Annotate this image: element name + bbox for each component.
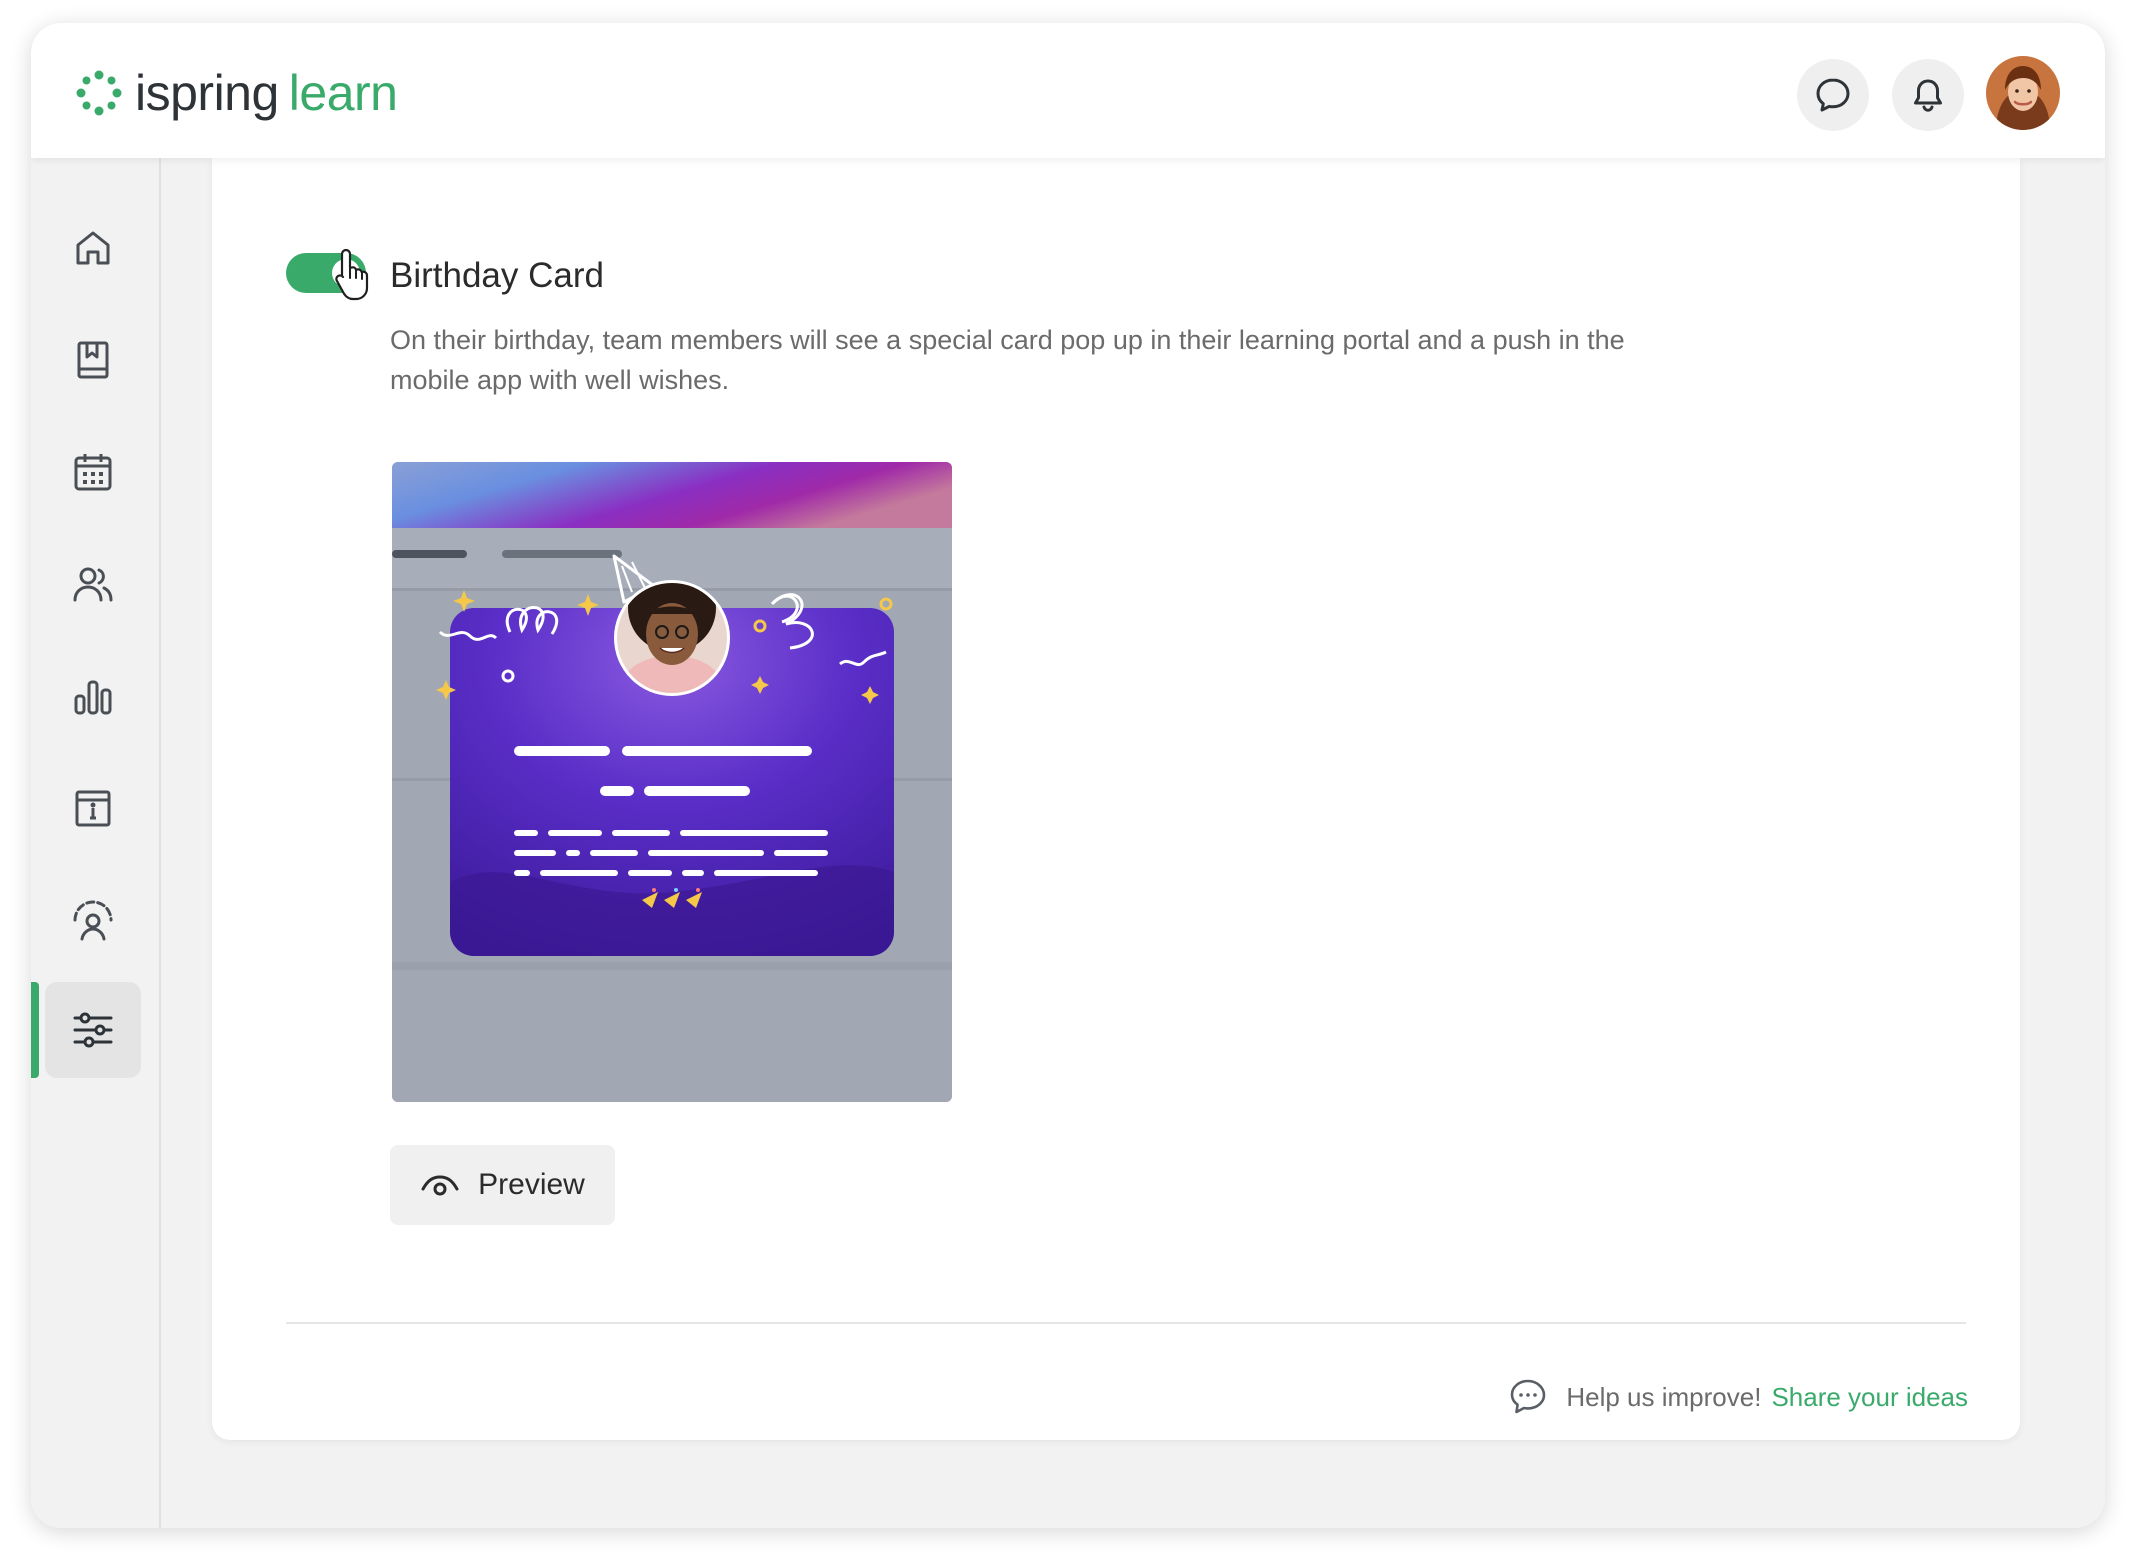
users-icon [73,567,113,602]
eye-icon [421,1175,459,1196]
bell-icon [1914,79,1942,112]
bar-chart-icon [74,680,112,715]
brand-name: ispring [135,65,279,121]
preview-button[interactable]: Preview [390,1145,615,1225]
brand-product: learn [288,65,398,121]
calendar-icon [74,454,112,491]
sidebar-item-info[interactable] [45,760,141,856]
sidebar-item-home[interactable] [45,200,141,296]
feedback-chat-icon [1511,1379,1546,1414]
chat-bubble-icon [1816,78,1850,112]
sidebar [31,158,161,1528]
birthday-card-illustration [392,462,952,1102]
notifications-button[interactable] [1892,59,1964,131]
info-board-icon [75,790,111,827]
home-icon [76,231,110,265]
divider [286,1322,1966,1324]
share-ideas-link[interactable]: Share your ideas [1771,1382,1968,1413]
sidebar-item-users[interactable] [45,536,141,632]
book-icon [77,341,109,379]
app-window: ispring learn Birthday Card On their bir… [31,23,2105,1528]
sidebar-item-calendar[interactable] [45,424,141,520]
help-text: Help us improve! [1566,1381,1762,1412]
sidebar-item-reports[interactable] [45,648,141,744]
brand-wordmark: ispring learn [135,65,398,121]
logo[interactable]: ispring learn [75,63,398,123]
setting-description: On their birthday, team members will see… [390,325,1625,395]
sidebar-item-content[interactable] [45,312,141,408]
active-nav-indicator [31,982,39,1078]
sliders-icon [73,1012,113,1048]
hand-cursor-icon [335,248,369,301]
sidebar-item-settings[interactable] [45,982,141,1078]
sidebar-item-performance[interactable] [45,872,141,968]
user-avatar[interactable] [1986,56,2060,130]
feedback-row: Help us improve! Share your ideas [1508,1377,1968,1417]
setting-title: Birthday Card [390,256,604,295]
ispring-logo-icon [76,70,122,116]
avatar-photo [1986,56,2060,130]
user-gauge-icon [73,900,113,941]
chat-button[interactable] [1797,59,1869,131]
settings-card: Birthday Card On their birthday, team me… [212,158,2020,1440]
birthday-card-image [392,462,952,1102]
preview-label: Preview [478,1168,585,1201]
top-bar: ispring learn [31,23,2105,158]
